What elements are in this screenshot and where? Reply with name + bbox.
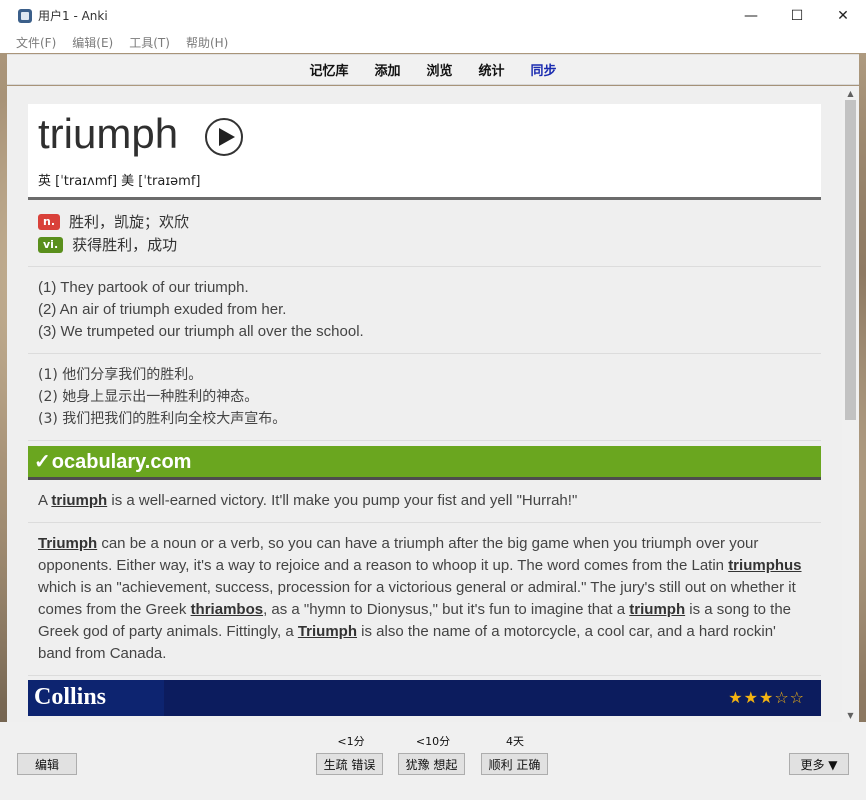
example-cn: (1) 他们分享我们的胜利。 [38,367,203,383]
rating-stars-icon: ★★★☆☆ [728,688,805,707]
interval-again: <1分 [337,735,365,748]
vocabulary-logo-text: ocabulary.com [51,451,192,473]
window-title: 用户1 - Anki [38,9,108,23]
examples-cn-section: (1) 他们分享我们的胜利。 (2) 她身上显示出一种胜利的神态。 (3) 我们… [28,354,821,441]
toolbar-stats[interactable]: 统计 [479,60,505,79]
maximize-button[interactable]: ☐ [774,0,820,31]
minimize-button[interactable]: — [728,0,774,31]
examples-en-section: (1) They partook of our triumph. (2) An … [28,267,821,354]
text-run: , as a "hymn to Dionysus," but it's fun … [263,601,630,618]
more-button[interactable]: 更多 ▼ [789,753,849,775]
text-run: can be a noun or a verb, so you can have… [38,535,759,574]
example-cn: (2) 她身上显示出一种胜利的神态。 [38,389,259,405]
vocab-long-blurb: Triumph can be a noun or a verb, so you … [38,533,811,665]
anki-window: 用户1 - Anki — ☐ ✕ 文件(F) 编辑(E) 工具(T) 帮助(H)… [0,0,866,800]
card-viewport: triumph 英 [ˈtraɪʌmf] 美 [ˈtraɪəmf] n. 胜利，… [7,86,859,722]
keyword: triumphus [728,557,802,574]
toolbar-browse[interactable]: 浏览 [426,60,452,79]
top-toolbar: 记忆库 添加 浏览 统计 同步 [7,54,859,85]
menu-edit[interactable]: 编辑(E) [72,34,113,51]
play-audio-icon[interactable] [205,118,243,156]
window-controls: — ☐ ✕ [728,0,866,31]
example-en: (1) They partook of our triumph. [38,279,249,296]
text-run: A [38,492,52,509]
keyword: Triumph [297,623,358,640]
answer-good-button[interactable]: 顺利 正确 [481,753,548,775]
anki-app-icon [18,8,32,23]
menu-file[interactable]: 文件(F) [16,34,56,51]
toolbar-sync[interactable]: 同步 [531,60,557,79]
collins-banner: Collins ★★★☆☆ [28,680,821,716]
definition-row: n. 胜利，凯旋；欢欣 [38,210,811,233]
phonetic-text: 英 [ˈtraɪʌmf] 美 [ˈtraɪəmf] [38,174,201,189]
definition-text: 获得胜利，成功 [72,236,178,254]
keyword: triumph [51,492,108,509]
interval-hard: <10分 [415,735,451,748]
vocab-short-section: A triumph is a well-earned victory. It'l… [28,480,821,523]
example-en: (2) An air of triumph exuded from her. [38,301,287,318]
vertical-scrollbar[interactable]: ▲ ▼ [842,86,859,722]
vocabulary-banner: ✓ocabulary.com [28,446,821,480]
definition-text: 胜利，凯旋；欢欣 [69,213,190,231]
answer-again-button[interactable]: 生疏 错误 [316,753,383,775]
toolbar-decks[interactable]: 记忆库 [309,60,348,79]
menu-help[interactable]: 帮助(H) [186,34,228,51]
keyword: Triumph [38,535,98,552]
vocab-short-blurb: A triumph is a well-earned victory. It'l… [38,490,811,512]
menu-tools[interactable]: 工具(T) [129,34,170,51]
scroll-down-icon[interactable]: ▼ [842,708,859,722]
keyword: thriambos [190,601,264,618]
close-button[interactable]: ✕ [820,0,866,31]
scroll-up-icon[interactable]: ▲ [842,86,859,100]
vocabulary-logo: ✓ocabulary.com [34,449,191,474]
text-run: is a well-earned victory. It'll make you… [107,492,578,509]
example-cn: (3) 我们把我们的胜利向全校大声宣布。 [38,411,287,427]
headword: triumph [38,110,179,157]
toolbar-add[interactable]: 添加 [374,60,400,79]
pos-badge-noun: n. [38,213,61,230]
keyword: triumph [629,601,686,618]
review-card: triumph 英 [ˈtraɪʌmf] 美 [ˈtraɪəmf] n. 胜利，… [28,104,821,716]
scroll-thumb[interactable] [845,100,856,420]
check-icon: ✓ [34,451,51,473]
vocab-long-section: Triumph can be a noun or a verb, so you … [28,523,821,676]
collins-logo: Collins [28,680,164,716]
definition-row: vi. 获得胜利，成功 [38,233,811,256]
pos-badge-verb: vi. [38,236,64,253]
edit-button[interactable]: 编辑 [17,753,77,775]
title-bar: 用户1 - Anki — ☐ ✕ [0,0,866,31]
answer-bar: 编辑 <1分 生疏 错误 <10分 犹豫 想起 4天 顺利 正确 更多 ▼ [0,722,866,800]
answer-hard-button[interactable]: 犹豫 想起 [398,753,465,775]
definitions-section: n. 胜利，凯旋；欢欣 vi. 获得胜利，成功 [28,200,821,267]
example-en: (3) We trumpeted our triumph all over th… [38,323,364,340]
word-header: triumph 英 [ˈtraɪʌmf] 美 [ˈtraɪəmf] [28,104,821,200]
menu-bar: 文件(F) 编辑(E) 工具(T) 帮助(H) [0,31,866,53]
interval-good: 4天 [506,735,524,748]
